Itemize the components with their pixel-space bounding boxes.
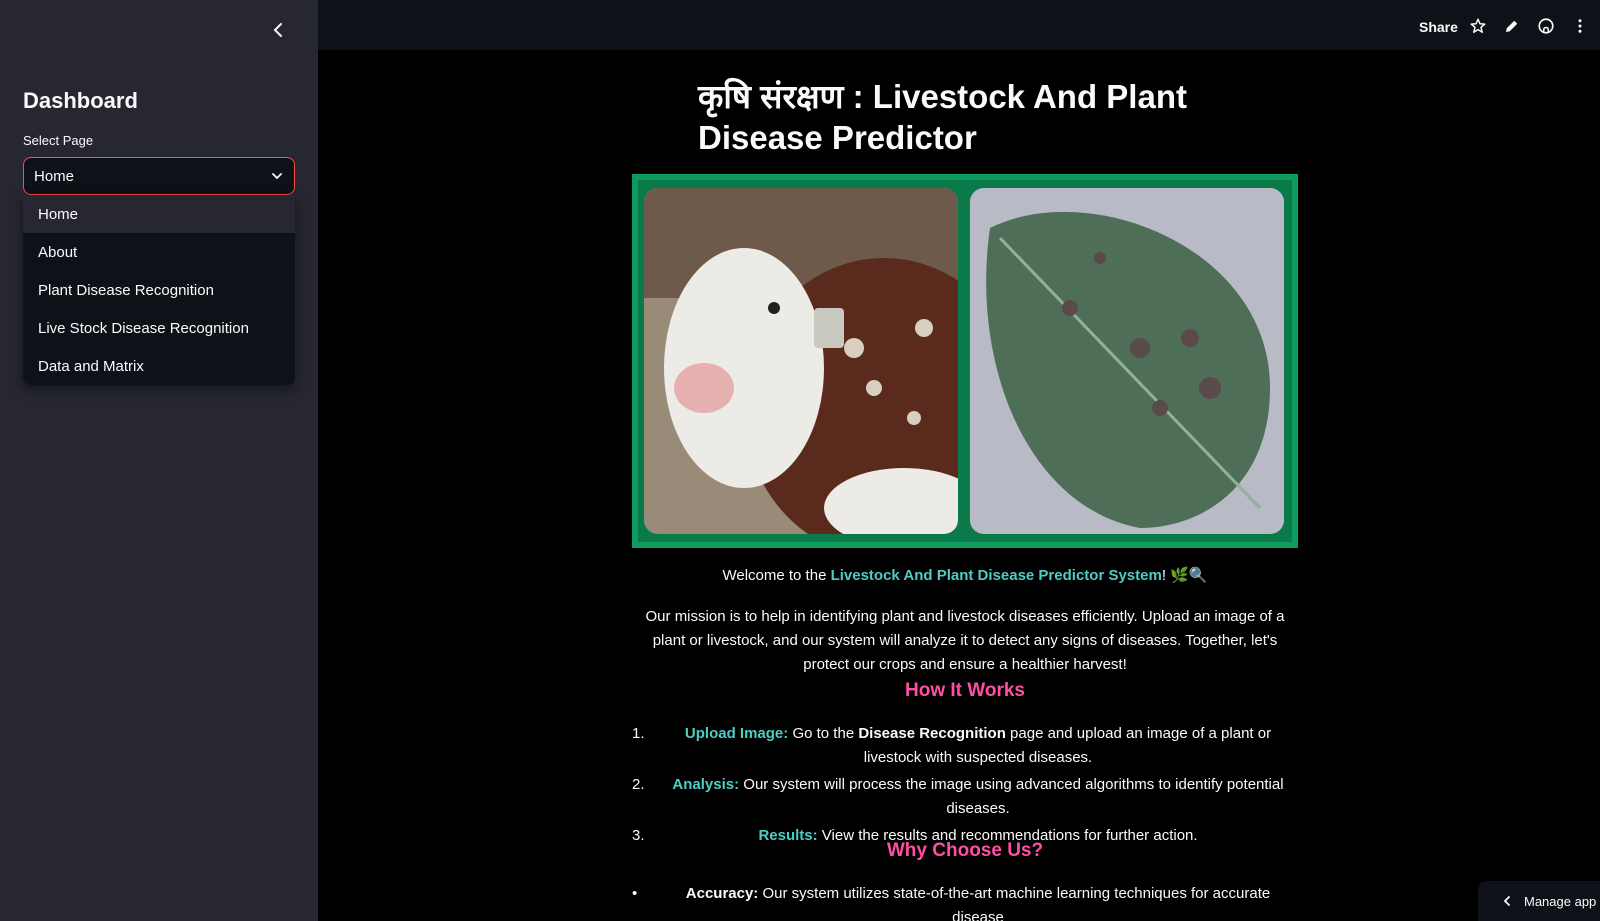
chevron-down-icon: [272, 173, 282, 180]
option-plant-disease-recognition[interactable]: Plant Disease Recognition: [23, 271, 295, 309]
main-content: कृषि संरक्षण : Livestock And Plant Disea…: [318, 50, 1600, 921]
option-livestock-disease-recognition[interactable]: Live Stock Disease Recognition: [23, 309, 295, 347]
welcome-highlight: Livestock And Plant Disease Predictor Sy…: [830, 567, 1162, 584]
page-title: कृषि संरक्षण : Livestock And Plant Disea…: [698, 78, 1187, 156]
list-item: • Accuracy: Our system utilizes state-of…: [632, 882, 1298, 921]
list-item: 1. Upload Image: Go to the Disease Recog…: [632, 722, 1298, 770]
option-data-and-matrix[interactable]: Data and Matrix: [23, 347, 295, 385]
steps-list: 1. Upload Image: Go to the Disease Recog…: [632, 722, 1298, 848]
how-it-works-heading: How It Works: [905, 680, 1025, 701]
welcome-suffix: ! 🌿🔍: [1161, 567, 1208, 584]
star-icon[interactable]: [1469, 17, 1487, 35]
select-page-label: Select Page: [23, 133, 94, 148]
share-button[interactable]: Share: [1419, 19, 1458, 35]
hero-image: [632, 174, 1298, 548]
chevron-left-icon: [1503, 896, 1510, 906]
page-select[interactable]: Home: [23, 157, 295, 195]
more-options-icon[interactable]: [1571, 17, 1589, 35]
sidebar: Dashboard Select Page Home Home About Pl…: [0, 0, 318, 921]
bullet-icon: •: [632, 885, 638, 902]
collapse-sidebar-button[interactable]: [266, 18, 290, 42]
why-choose-us-heading: Why Choose Us?: [886, 840, 1044, 861]
step-label: Upload Image:: [684, 725, 789, 742]
bullet-text: Our system utilizes state-of-the-art mac…: [758, 885, 1271, 921]
step-bold: Disease Recognition: [858, 725, 1006, 742]
chevron-left-icon: [273, 23, 282, 37]
top-toolbar: [318, 0, 1600, 50]
option-home[interactable]: Home: [23, 195, 295, 233]
leaf-image: [970, 188, 1284, 534]
cow-image: [644, 188, 958, 534]
github-icon[interactable]: [1537, 17, 1555, 35]
welcome-text: Welcome to the Livestock And Plant Disea…: [632, 566, 1298, 584]
sidebar-title: Dashboard: [23, 88, 138, 113]
welcome-prefix: Welcome to the: [722, 567, 831, 584]
page-select-value: Home: [34, 167, 75, 185]
bullets-list: • Accuracy: Our system utilizes state-of…: [632, 882, 1298, 921]
page-select-dropdown: Home About Plant Disease Recognition Liv…: [23, 195, 295, 385]
mission-text: Our mission is to help in identifying pl…: [645, 608, 1285, 673]
step-number: 2.: [632, 776, 645, 793]
manage-app-button[interactable]: Manage app: [1478, 881, 1600, 921]
step-text: Go to the: [788, 725, 859, 742]
step-text: Our system will process the image using …: [739, 776, 1284, 817]
edit-icon[interactable]: [1503, 17, 1521, 35]
option-about[interactable]: About: [23, 233, 295, 271]
list-item: 2. Analysis: Our system will process the…: [632, 773, 1298, 821]
step-number: 1.: [632, 725, 645, 742]
step-label: Analysis:: [672, 776, 740, 793]
manage-app-label: Manage app: [1524, 893, 1597, 909]
bullet-label: Accuracy:: [685, 885, 759, 902]
